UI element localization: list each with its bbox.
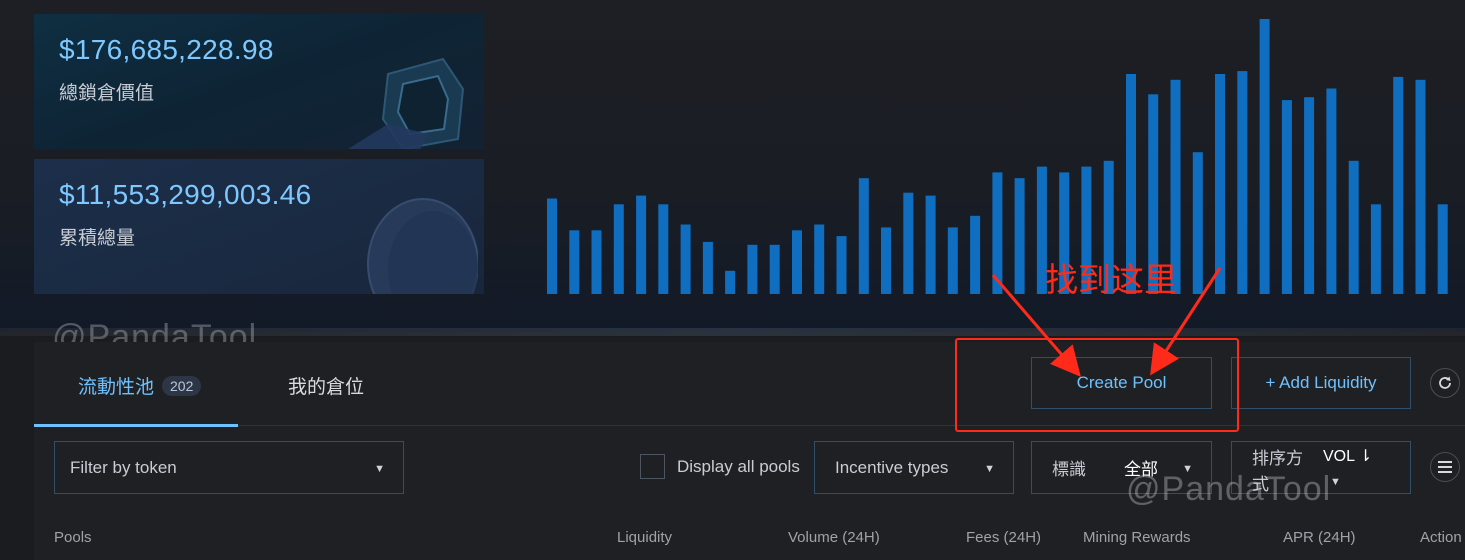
display-all-checkbox[interactable]: [640, 454, 665, 479]
tvl-card: $176,685,228.98 總鎖倉價值: [34, 14, 484, 149]
tag-label: 標識: [1052, 460, 1086, 479]
volume-bar[interactable]: [1215, 74, 1225, 294]
volume-bar[interactable]: [1304, 97, 1315, 294]
active-tab-indicator: [34, 424, 238, 427]
volume-bar[interactable]: [569, 230, 580, 294]
column-header-apr[interactable]: APR (24H): [1283, 529, 1356, 546]
volume-bar[interactable]: [1437, 204, 1448, 294]
display-all-label: Display all pools: [677, 456, 800, 476]
volume-bar[interactable]: [658, 204, 669, 294]
volume-card: $11,553,299,003.46 累積總量: [34, 159, 484, 294]
volume-bar[interactable]: [858, 178, 869, 294]
annotation-box: [955, 338, 1239, 432]
volume-bar[interactable]: [769, 244, 780, 294]
coin-illustration-icon: [367, 198, 478, 294]
column-header-liquidity[interactable]: Liquidity: [617, 529, 672, 546]
volume-bar[interactable]: [836, 236, 847, 294]
incentive-types-select[interactable]: Incentive types ▼: [814, 441, 1014, 494]
caret-down-icon: ▼: [1330, 476, 1341, 488]
volume-bar[interactable]: [547, 198, 557, 295]
volume-bar[interactable]: [1237, 71, 1248, 294]
tab-liquidity-pools[interactable]: 流動性池 202: [78, 372, 202, 399]
column-header-volume[interactable]: Volume (24H): [788, 529, 880, 546]
column-header-action: Action: [1420, 529, 1462, 546]
display-all-pools-toggle[interactable]: Display all pools: [640, 454, 800, 479]
menu-icon[interactable]: [1430, 452, 1460, 482]
volume-bar[interactable]: [1370, 204, 1381, 294]
volume-bar[interactable]: [1326, 88, 1337, 295]
token-filter-select[interactable]: Filter by token ▼: [54, 441, 404, 494]
volume-bar[interactable]: [881, 227, 891, 294]
sort-value: VOL ⇂: [1323, 448, 1373, 465]
volume-bar[interactable]: [1393, 76, 1404, 295]
volume-bar-chart: [547, 19, 1448, 295]
tabs-row: 流動性池 202 我的倉位 Create Pool + Add Liquidity: [34, 342, 1465, 427]
column-header-pools[interactable]: Pools: [54, 529, 92, 546]
pool-count-badge: 202: [162, 376, 202, 396]
volume-bar[interactable]: [1014, 178, 1025, 294]
volume-bar[interactable]: [1348, 160, 1359, 294]
volume-bar[interactable]: [1281, 100, 1292, 294]
add-liquidity-button[interactable]: + Add Liquidity: [1231, 357, 1411, 409]
volume-bar[interactable]: [680, 224, 691, 295]
volume-bar[interactable]: [792, 230, 802, 294]
volume-bar[interactable]: [613, 204, 624, 294]
volume-bar[interactable]: [702, 241, 713, 294]
volume-bar[interactable]: [1415, 79, 1426, 294]
caret-down-icon: ▼: [984, 463, 995, 475]
watermark: @PandaTool: [1126, 470, 1332, 508]
volume-bar[interactable]: [747, 244, 758, 294]
tab-my-positions[interactable]: 我的倉位: [288, 372, 364, 399]
pools-panel: 流動性池 202 我的倉位 Create Pool + Add Liquidity…: [34, 342, 1465, 560]
volume-bar[interactable]: [903, 192, 914, 294]
volume-bar[interactable]: [947, 227, 958, 294]
volume-bar[interactable]: [591, 230, 602, 294]
refresh-icon[interactable]: [1430, 368, 1460, 398]
column-header-mining-rewards[interactable]: Mining Rewards: [1083, 529, 1191, 546]
volume-value: $11,553,299,003.46: [59, 179, 312, 210]
tvl-label: 總鎖倉價值: [59, 83, 155, 104]
volume-label: 累積總量: [59, 228, 136, 249]
volume-bar[interactable]: [1259, 19, 1270, 294]
volume-bar[interactable]: [725, 270, 736, 294]
annotation-text: 找到这里: [1045, 261, 1177, 298]
incentive-types-label: Incentive types: [835, 457, 949, 477]
volume-bar[interactable]: [925, 195, 936, 294]
column-header-fees[interactable]: Fees (24H): [966, 529, 1041, 546]
tvl-value: $176,685,228.98: [59, 34, 274, 65]
tvl-illustration-icon: [348, 57, 465, 149]
volume-bar[interactable]: [814, 224, 825, 295]
volume-bar[interactable]: [992, 172, 1003, 294]
tab-liquidity-pools-label: 流動性池: [78, 377, 155, 398]
volume-bar[interactable]: [970, 215, 981, 294]
caret-down-icon: ▼: [374, 463, 385, 475]
volume-bar[interactable]: [636, 195, 647, 294]
token-filter-placeholder: Filter by token: [70, 457, 177, 477]
volume-bar[interactable]: [1192, 152, 1203, 294]
